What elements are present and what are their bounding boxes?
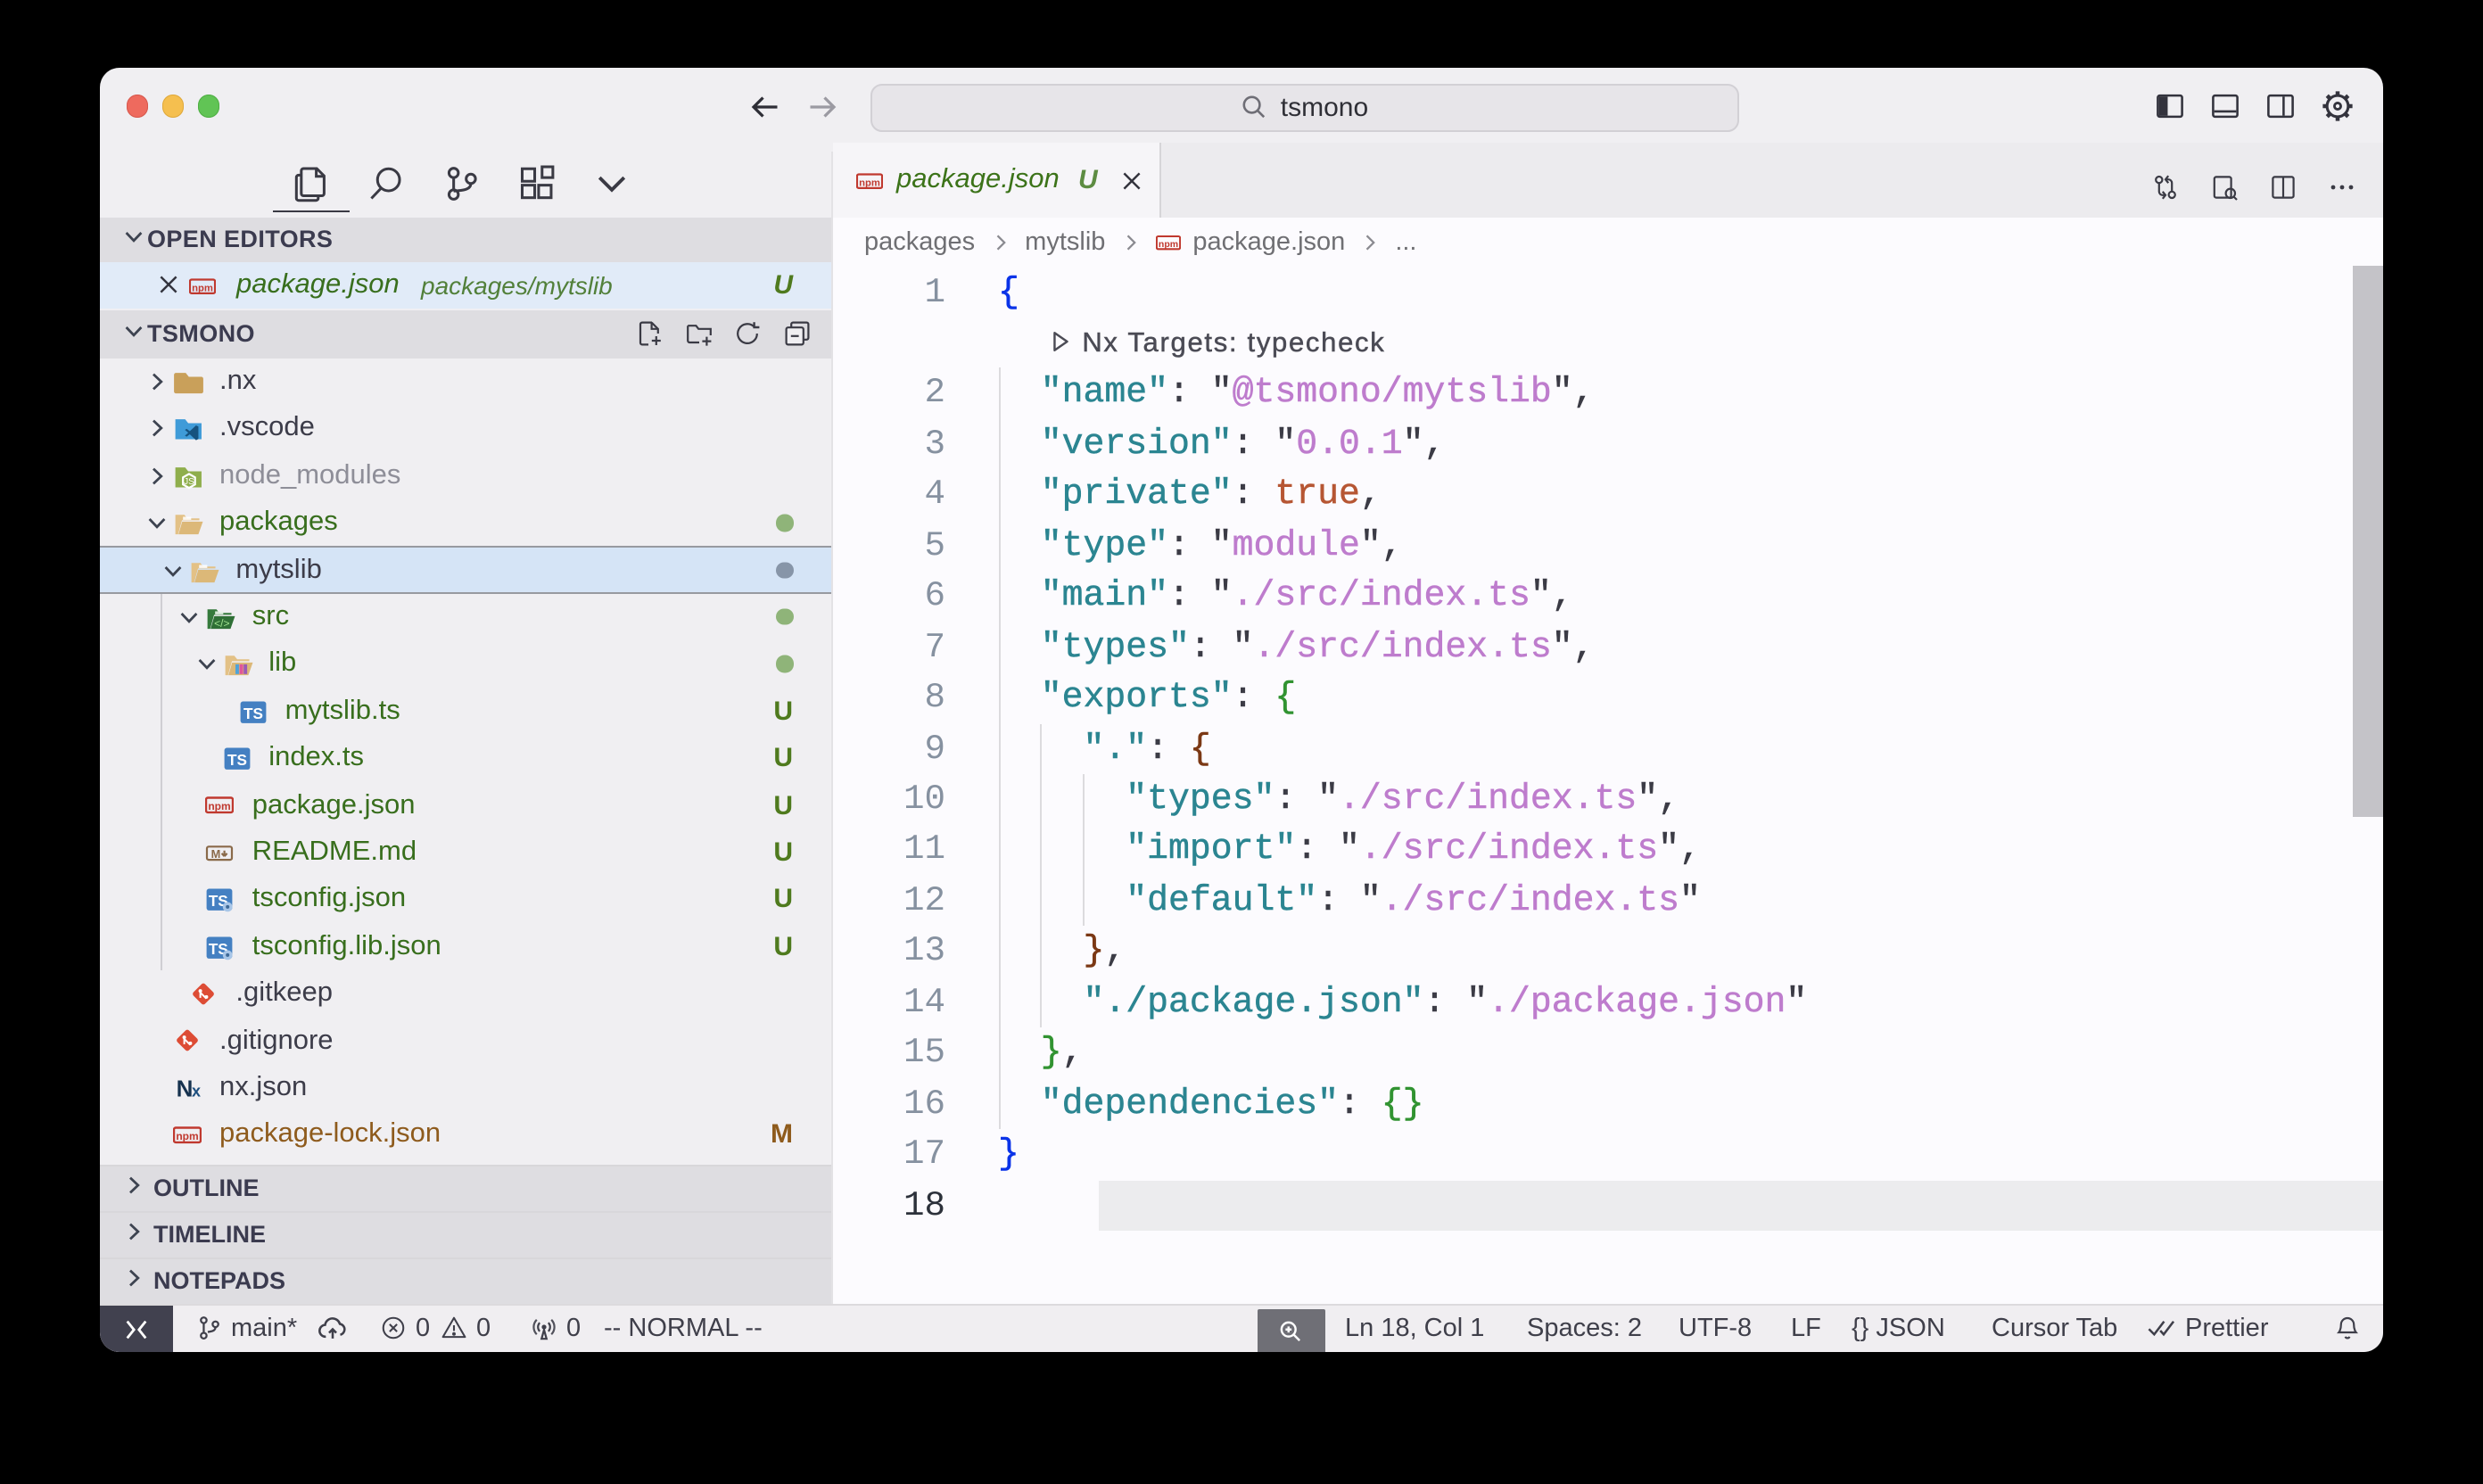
svg-text:N: N — [177, 1075, 194, 1101]
svg-text:npm: npm — [192, 282, 213, 293]
svg-text:M: M — [211, 847, 221, 861]
svg-text:</>: </> — [215, 617, 230, 630]
svg-text:TS: TS — [243, 704, 263, 721]
svg-text:TS: TS — [227, 751, 246, 769]
svg-text:x: x — [192, 1082, 201, 1100]
svg-text:npm: npm — [209, 801, 231, 813]
svg-text:npm: npm — [176, 1130, 198, 1142]
svg-text:JS: JS — [184, 476, 194, 486]
